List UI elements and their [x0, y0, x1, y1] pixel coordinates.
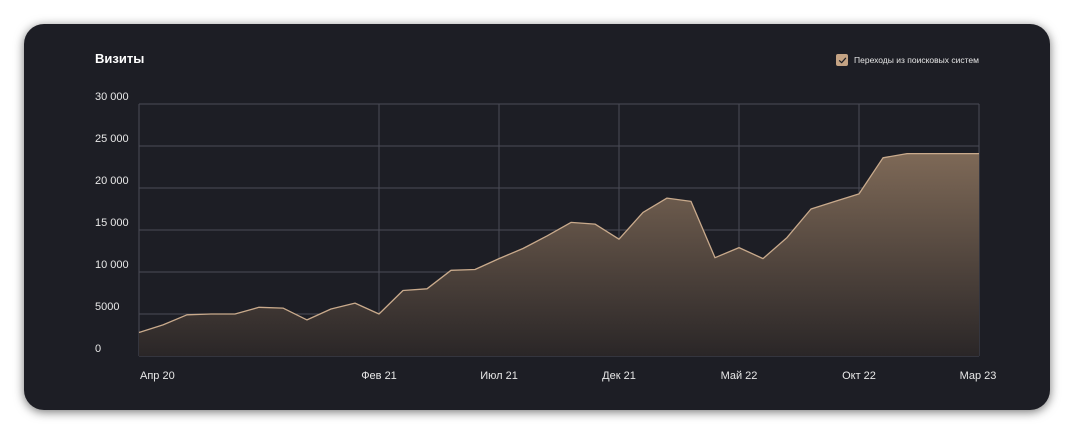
x-tick-label: Апр 20: [140, 370, 175, 382]
x-tick-label: Июл 21: [480, 370, 518, 382]
y-axis: 0 5000 10 000 15 000 20 000 25 000 30 000: [95, 91, 129, 355]
y-tick-label: 30 000: [95, 91, 129, 103]
y-tick-label: 20 000: [95, 175, 129, 187]
y-tick-label: 5000: [95, 301, 119, 313]
x-tick-label: Май 22: [721, 370, 758, 382]
series-area-fill: [139, 153, 979, 356]
visits-area-chart: 0 5000 10 000 15 000 20 000 25 000 30 000 Апр …: [95, 91, 996, 382]
x-tick-label: Окт 22: [842, 370, 876, 382]
area-series: [138, 152, 979, 356]
x-tick-label: Дек 21: [602, 370, 636, 382]
x-tick-label: Мар 23: [960, 370, 997, 382]
y-tick-label: 0: [95, 343, 101, 355]
y-tick-label: 25 000: [95, 133, 129, 145]
y-tick-label: 15 000: [95, 217, 129, 229]
y-tick-label: 10 000: [95, 259, 129, 271]
x-tick-label: Фев 21: [361, 370, 397, 382]
x-axis: Апр 20 Фев 21 Июл 21 Дек 21 Май 22 Окт 22 Мар …: [140, 370, 996, 382]
